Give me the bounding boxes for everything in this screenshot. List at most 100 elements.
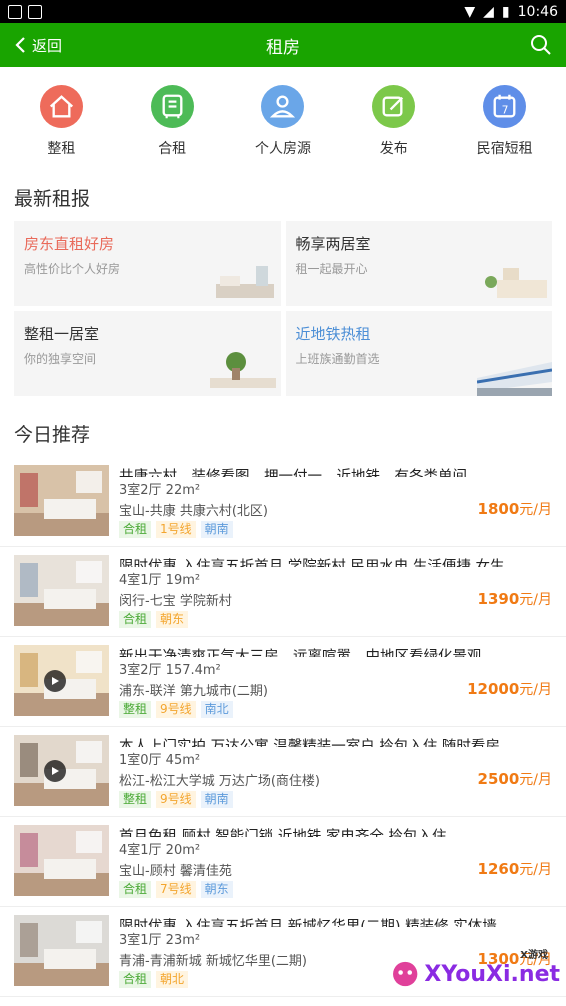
app-notification-icon [28,4,42,19]
listing-tag: 合租 [119,611,152,628]
price-value: 2500 [477,770,520,788]
watermark-small-text: X游戏 [520,950,548,961]
listing-item[interactable]: 首月免租 顾村 智能门锁 近地铁 家电齐全 拎包入住 4室1厅 20m² 宝山-… [0,817,566,907]
listing-tag: 1号线 [156,521,196,538]
status-time: 10:46 [517,3,558,20]
back-button[interactable]: 返回 [14,35,62,56]
category-label: 合租 [158,141,187,157]
listing-title: 共康六村，装修看图，押一付一，近地铁，有各类单间，... [119,469,496,477]
promo-title: 畅享两居室 [295,235,371,253]
listing-item[interactable]: 本人上门实拍 万达公寓 温馨精装一室户 拎包入住 随时看房 1室0厅 45m² … [0,727,566,817]
category-nav: 整租 合租 个人房源 发布 7 民宿短租 [0,67,566,170]
status-bar: ▼ ◢ ▮ 10:46 [0,0,566,23]
listing-location: 青浦-青浦新城 新城忆华里(二期) [119,954,307,969]
category-building[interactable]: 合租 [122,85,222,158]
latest-section-title: 最新租报 [14,188,91,210]
listing-tag: 朝东 [200,881,233,898]
listing-tags: 整租 9号线 朝南 [119,791,552,808]
listing-location: 宝山-共康 共康六村(北区) [119,504,268,519]
listing-thumbnail [14,915,109,986]
price-unit: 元/月 [519,592,552,608]
listing-photo [14,915,109,986]
category-circle [372,85,416,128]
promo-title: 近地铁热租 [295,325,371,343]
listing-tag: 整租 [119,701,152,718]
gamepad-icon [393,961,418,987]
listing-layout: 4室1厅 19m² [119,573,201,588]
listing-tag: 整租 [119,791,152,808]
listing-item[interactable]: 限时优惠 入住享五折首月 学院新村 民用水电 生活便捷 女生 4室1厅 19m²… [0,547,566,637]
listing-tags: 合租 1号线 朝南 [119,521,552,538]
category-label: 个人房源 [254,141,311,157]
person-icon [270,95,296,118]
price-unit: 元/月 [519,862,552,878]
search-icon[interactable] [530,34,552,56]
building-icon [162,94,183,119]
listing-tags: 合租 朝东 [119,611,552,628]
promo-image [485,268,547,298]
listing-price: 1800元/月 [478,499,552,519]
listing-layout: 3室2厅 22m² [119,483,201,498]
promo-title: 房东直租好房 [24,235,115,253]
listing-title: 新出干净清爽正气大三房，远离喧嚣，中地区看绿化景观... [119,649,496,657]
listing-location: 闵行-七宝 学院新村 [119,594,232,609]
promo-card[interactable]: 房东直租好房 高性价比个人好房 [14,221,281,306]
price-value: 1800 [477,500,520,518]
listing-photo [14,465,109,536]
listing-tag: 合租 [119,521,152,538]
listing-thumbnail [14,645,109,716]
listing-list: 共康六村，装修看图，押一付一，近地铁，有各类单间，... 3室2厅 22m² 宝… [0,457,566,997]
listing-title: 限时优惠 入住享五折首月 学院新村 民用水电 生活便捷 女生 [119,559,505,567]
promo-image [215,266,274,298]
listing-tag: 9号线 [156,791,196,808]
listing-thumbnail [14,735,109,806]
listing-title: 首月免租 顾村 智能门锁 近地铁 家电齐全 拎包入住 [119,829,447,837]
listing-price: 2500元/月 [478,769,552,789]
listing-photo [14,555,109,626]
category-home[interactable]: 整租 [11,85,111,158]
listing-layout: 3室2厅 157.4m² [119,663,221,678]
listing-price: 1390元/月 [478,589,552,609]
play-icon [44,670,66,692]
home-icon [49,95,73,118]
listing-photo [14,825,109,896]
edit-icon [382,96,404,117]
listing-tag: 朝东 [156,611,189,628]
price-value: 1390 [477,590,520,608]
listing-tag: 合租 [119,881,152,898]
listing-tag: 南北 [200,701,233,718]
promo-card[interactable]: 整租一居室 你的独享空间 [14,311,281,396]
listing-item[interactable]: 共康六村，装修看图，押一付一，近地铁，有各类单间，... 3室2厅 22m² 宝… [0,457,566,547]
back-label: 返回 [32,36,63,55]
price-unit: 元/月 [519,502,552,518]
play-icon [44,760,66,782]
listing-tags: 合租 7号线 朝东 [119,881,552,898]
category-calendar[interactable]: 7 民宿短租 [455,85,555,158]
battery-icon: ▮ [501,3,510,20]
promo-card[interactable]: 近地铁热租 上班族通勤首选 [285,311,552,396]
listing-tag: 7号线 [156,881,196,898]
listing-thumbnail [14,555,109,626]
listing-tag: 9号线 [156,701,196,718]
category-circle [261,85,305,128]
listing-thumbnail [14,465,109,536]
category-person[interactable]: 个人房源 [233,85,333,158]
watermark-text: XYouXi.net [424,961,560,987]
price-unit: 元/月 [519,772,552,788]
listing-layout: 4室1厅 20m² [119,843,201,858]
page-title: 租房 [266,37,300,58]
listing-layout: 3室1厅 23m² [119,933,201,948]
price-value: 12000 [467,680,520,698]
chevron-left-icon [15,37,25,53]
promo-title: 整租一居室 [24,325,100,343]
promo-image [477,362,552,396]
wifi-icon: ▼ [464,3,476,20]
listing-tag: 合租 [119,971,152,988]
listing-title: 本人上门实拍 万达公寓 温馨精装一室户 拎包入住 随时看房 [119,739,500,747]
category-edit[interactable]: 发布 [344,85,444,158]
listing-location: 宝山-顾村 馨清佳苑 [119,864,232,879]
promo-card[interactable]: 畅享两居室 租一起最开心 [285,221,552,306]
promo-grid: 房东直租好房 高性价比个人好房 畅享两居室 租一起最开心 整租一居室 你的独享空… [0,221,566,396]
listing-item[interactable]: 新出干净清爽正气大三房，远离喧嚣，中地区看绿化景观... 3室2厅 157.4m… [0,637,566,727]
category-circle: 7 [483,85,527,128]
